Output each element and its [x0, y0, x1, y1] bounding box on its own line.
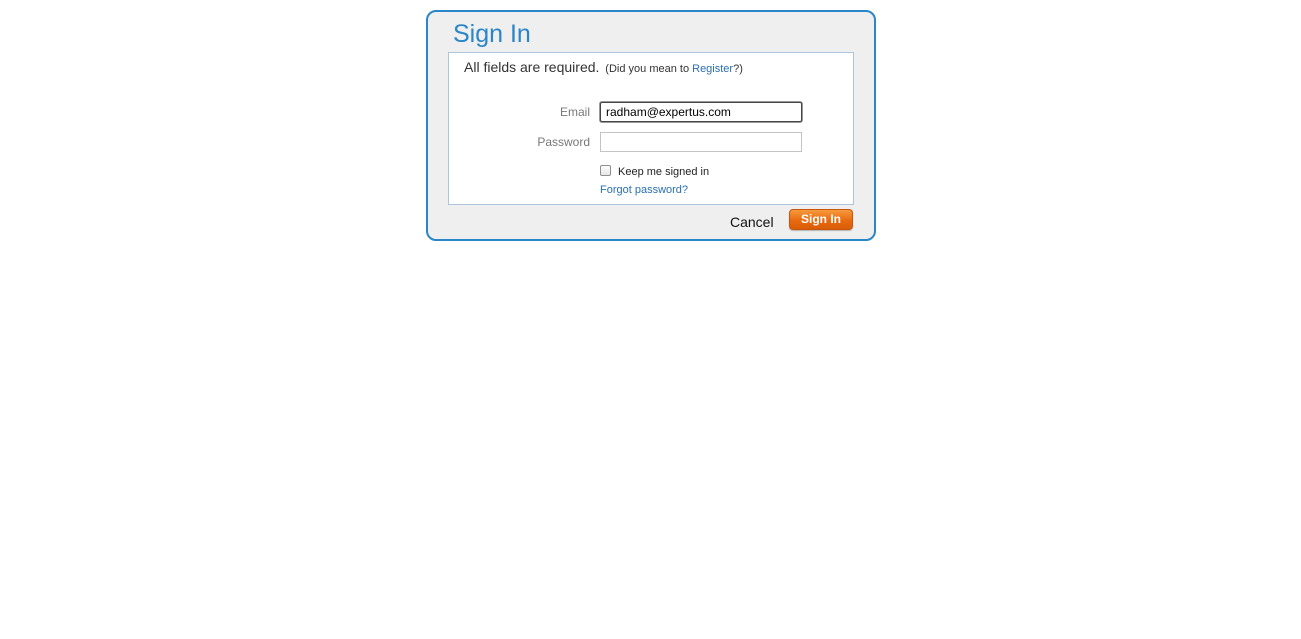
password-label: Password [537, 135, 590, 149]
required-text: All fields are required. [464, 59, 600, 75]
email-label: Email [559, 105, 590, 119]
hint-prefix: (Did you mean to [605, 63, 693, 75]
password-field[interactable] [600, 132, 802, 152]
keep-signed-in-label: Keep me signed in [618, 166, 710, 178]
sign-in-button[interactable]: Sign In [789, 209, 853, 230]
register-link[interactable]: Register [692, 63, 733, 75]
register-hint: (Did you mean to Register?) [605, 63, 743, 75]
sign-in-form: All fields are required. (Did you mean t… [448, 52, 854, 205]
keep-signed-in-checkbox[interactable] [600, 165, 611, 176]
dialog-title: Sign In [453, 20, 531, 48]
required-notice: All fields are required. (Did you mean t… [464, 59, 743, 77]
email-field[interactable] [600, 102, 802, 122]
hint-suffix: ?) [733, 63, 743, 75]
forgot-password-link[interactable]: Forgot password? [600, 184, 688, 197]
cancel-button[interactable]: Cancel [730, 213, 774, 231]
sign-in-dialog: Sign In All fields are required. (Did yo… [426, 10, 876, 241]
